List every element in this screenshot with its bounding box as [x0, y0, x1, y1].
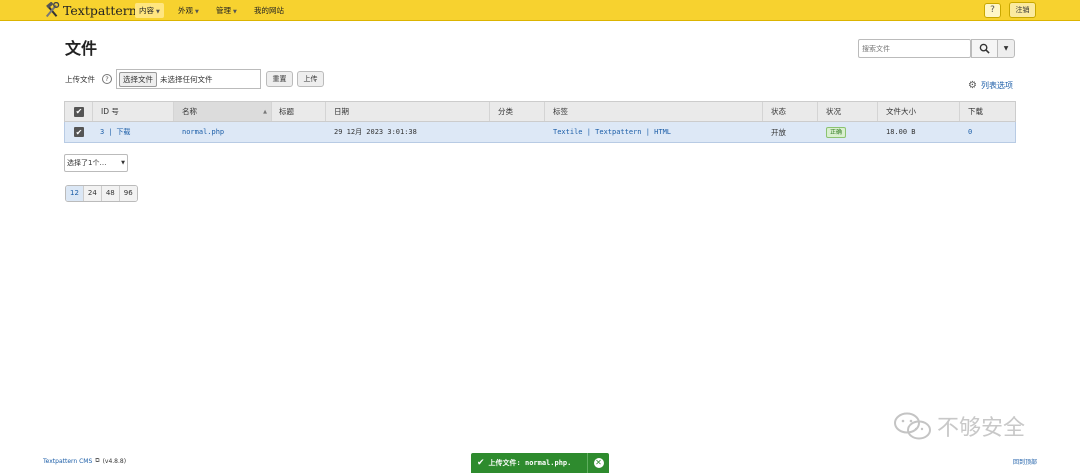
row-download-link[interactable]: 下载: [116, 127, 130, 137]
close-toast-button[interactable]: ✕: [587, 453, 609, 473]
select-all-checkbox[interactable]: ✔: [74, 102, 84, 121]
row-checkbox[interactable]: ✔: [74, 122, 84, 142]
checkbox-check-icon: ✔: [74, 127, 84, 137]
cms-link[interactable]: Textpattern CMS: [43, 458, 92, 465]
logout-button[interactable]: 注销: [1009, 2, 1036, 18]
close-icon: ✕: [593, 458, 604, 468]
nav-admin[interactable]: 管理 ▼: [212, 3, 241, 18]
chevron-down-icon: ▼: [195, 9, 199, 15]
page-size-24[interactable]: 24: [83, 186, 102, 201]
upload-label: 上传文件: [65, 75, 95, 84]
row-filesize: 18.00 B: [886, 128, 916, 136]
chevron-down-icon: ▼: [1003, 45, 1009, 52]
nav-site-label: 我的网站: [254, 6, 284, 15]
nav-content[interactable]: 内容 ▼: [135, 3, 164, 18]
search-icon: [979, 43, 990, 54]
page-size-12[interactable]: 12: [66, 186, 84, 201]
sort-asc-icon: ▲: [263, 108, 267, 115]
col-name-label: 名称: [182, 107, 197, 116]
nav-content-label: 内容: [139, 6, 154, 15]
back-to-top-link[interactable]: 回到顶部: [1013, 457, 1037, 466]
watermark-text: 不够安全: [937, 416, 1026, 441]
page-size-selector: 12 24 48 96: [65, 185, 138, 202]
toast-message: 上传文件: normal.php.: [488, 459, 572, 467]
col-category[interactable]: 分类: [498, 102, 513, 121]
check-icon: ✔: [477, 458, 485, 468]
brand-name: Textpattern: [63, 3, 137, 18]
top-bar: Textpattern 内容 ▼ 外观 ▼ 管理 ▼ 我的网站 ? 注销: [0, 0, 1080, 21]
row-separator: |: [108, 128, 113, 136]
footer-credits: Textpattern CMS ⧉ (v4.8.8): [43, 457, 126, 465]
col-id[interactable]: ID 号: [101, 102, 119, 121]
version-text: (v4.8.8): [102, 457, 127, 465]
external-link-icon: ⧉: [95, 457, 100, 464]
search-input[interactable]: [858, 39, 971, 58]
col-date[interactable]: 日期: [334, 102, 349, 121]
col-status[interactable]: 状态: [771, 102, 786, 121]
watermark: 不够安全: [892, 410, 1025, 442]
col-filesize[interactable]: 文件大小: [886, 102, 916, 121]
lightbulb-icon: ?: [990, 5, 995, 15]
row-date: 29 12月 2023 3:01:38: [334, 128, 417, 136]
table-row[interactable]: ✔ 3 | 下载 normal.php 29 12月 2023 3:01:38 …: [64, 122, 1016, 143]
row-filename-link[interactable]: normal.php: [182, 122, 224, 142]
checkbox-check-icon: ✔: [74, 106, 84, 117]
wechat-icon: [894, 412, 931, 440]
success-toast: ✔ 上传文件: normal.php. ✕: [471, 453, 609, 473]
multi-edit-select[interactable]: 选择了1个… ▼: [64, 154, 128, 172]
reset-button[interactable]: 重置: [266, 71, 293, 87]
gear-icon: ⚙: [968, 80, 977, 91]
table-header: ✔ ID 号 名称 ▲ 标题 日期 分类 标签 状态 状况 文件大小 下载: [64, 101, 1016, 122]
status-badge: 正确: [826, 126, 847, 138]
hammer-wrench-icon: [45, 2, 60, 18]
row-tags[interactable]: Textile | Textpattern | HTML: [553, 122, 671, 142]
chevron-down-icon: ▼: [156, 9, 160, 15]
page-title: 文件: [65, 39, 98, 58]
col-condition[interactable]: 状况: [826, 102, 841, 121]
upload-button[interactable]: 上传: [297, 71, 324, 87]
search-options-dropdown[interactable]: ▼: [997, 39, 1015, 58]
page-size-48[interactable]: 48: [101, 186, 120, 201]
row-status: 开放: [771, 127, 786, 137]
choose-file-button[interactable]: 选择文件: [119, 71, 157, 87]
row-id-link[interactable]: 3: [100, 128, 104, 136]
file-input[interactable]: 选择文件 未选择任何文件: [116, 69, 261, 89]
multi-edit-label: 选择了1个…: [67, 159, 107, 167]
no-file-text: 未选择任何文件: [160, 74, 213, 84]
help-icon[interactable]: ?: [102, 74, 112, 84]
chevron-down-icon: ▼: [121, 160, 125, 166]
brand-logo[interactable]: Textpattern: [43, 2, 137, 19]
list-options-label: 列表选项: [980, 81, 1013, 90]
search-button[interactable]: [971, 39, 998, 58]
row-downloads[interactable]: 0: [968, 122, 972, 142]
col-tags[interactable]: 标签: [553, 102, 568, 121]
col-name[interactable]: 名称 ▲: [174, 102, 271, 121]
nav-site[interactable]: 我的网站: [250, 3, 288, 18]
nav-presentation[interactable]: 外观 ▼: [174, 3, 203, 18]
col-downloads[interactable]: 下载: [968, 102, 983, 121]
nav-presentation-label: 外观: [178, 6, 193, 15]
chevron-down-icon: ▼: [233, 9, 237, 15]
list-options-link[interactable]: ⚙ 列表选项: [968, 80, 1013, 91]
help-button[interactable]: ?: [984, 3, 1001, 18]
col-title[interactable]: 标题: [279, 102, 294, 121]
nav-admin-label: 管理: [216, 6, 231, 15]
page-size-96[interactable]: 96: [119, 186, 137, 201]
